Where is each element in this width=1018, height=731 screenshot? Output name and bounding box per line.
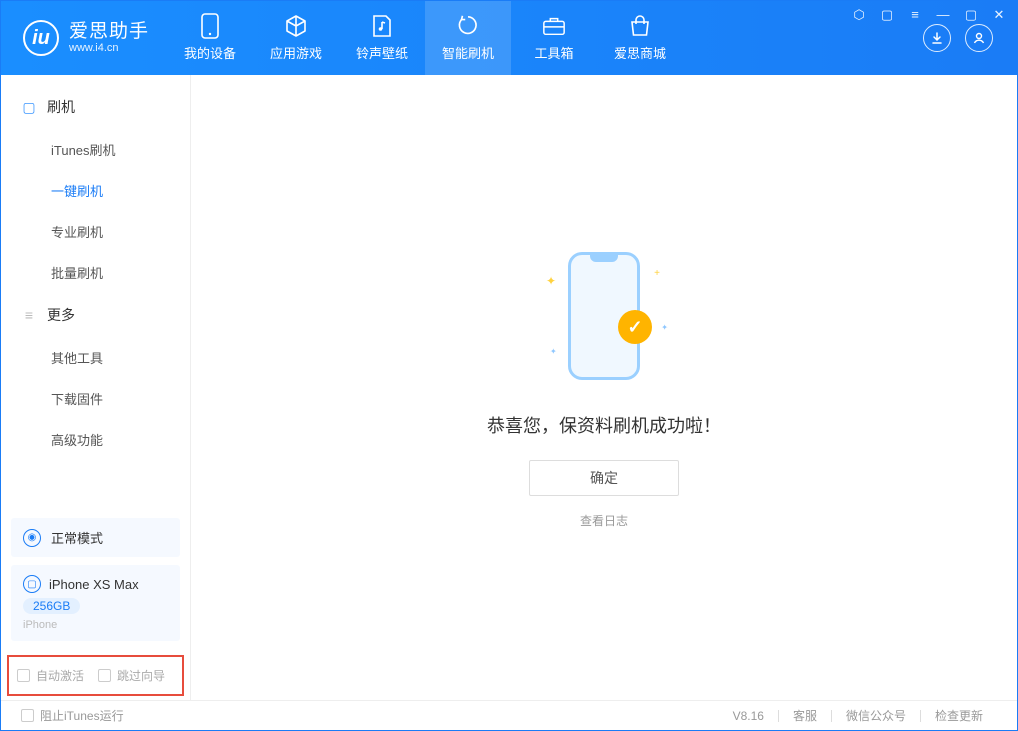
list-icon: ≡ — [21, 307, 37, 323]
version-text: V8.16 — [719, 709, 778, 723]
checkbox-icon — [98, 669, 111, 682]
highlighted-options: 自动激活 跳过向导 — [7, 655, 184, 696]
main-content: ✦ ✦ + ✦ ✓ 恭喜您，保资料刷机成功啦！ 确定 查看日志 — [191, 75, 1017, 700]
sparkle-icon: + — [654, 268, 660, 279]
close-icon[interactable]: ✕ — [991, 7, 1007, 23]
logo-text: 爱思助手 www.i4.cn — [69, 22, 149, 55]
tab-apps-games[interactable]: 应用游戏 — [253, 1, 339, 75]
sidebar-item-oneclick-flash[interactable]: 一键刷机 — [1, 170, 190, 211]
maximize-icon[interactable]: ▢ — [963, 7, 979, 23]
sparkle-icon: ✦ — [546, 274, 556, 288]
checkbox-prevent-itunes[interactable]: 阻止iTunes运行 — [21, 707, 124, 724]
footer-right: V8.16 客服 微信公众号 检查更新 — [719, 707, 997, 724]
app-title: 爱思助手 — [69, 22, 149, 43]
header-right — [923, 24, 1017, 52]
music-file-icon — [370, 14, 394, 38]
section-title: 更多 — [47, 305, 75, 325]
download-button[interactable] — [923, 24, 951, 52]
header-tabs: 我的设备 应用游戏 铃声壁纸 智能刷机 工具箱 爱思商城 — [167, 1, 683, 75]
tab-label: 智能刷机 — [442, 43, 494, 62]
header: ⬡ ▢ ≡ — ▢ ✕ iu 爱思助手 www.i4.cn 我的设备 应用游戏 — [1, 1, 1017, 75]
device-icon — [198, 14, 222, 38]
feedback-icon[interactable]: ▢ — [879, 7, 895, 23]
phone-notch — [590, 254, 618, 262]
checkbox-label: 跳过向导 — [117, 667, 165, 684]
sidebar-scroll: ▢ 刷机 iTunes刷机 一键刷机 专业刷机 批量刷机 ≡ 更多 其他工具 下… — [1, 75, 190, 508]
sidebar-section-more: ≡ 更多 — [1, 293, 190, 337]
sidebar-section-flash: ▢ 刷机 — [1, 85, 190, 129]
tab-label: 应用游戏 — [270, 43, 322, 62]
tab-label: 铃声壁纸 — [356, 43, 408, 62]
sidebar-item-advanced[interactable]: 高级功能 — [1, 419, 190, 460]
app-window: ⬡ ▢ ≡ — ▢ ✕ iu 爱思助手 www.i4.cn 我的设备 应用游戏 — [0, 0, 1018, 731]
checkbox-label: 自动激活 — [36, 667, 84, 684]
window-controls: ⬡ ▢ ≡ — ▢ ✕ — [851, 7, 1007, 23]
logo-icon: iu — [23, 20, 59, 56]
mode-icon: ◉ — [23, 529, 41, 547]
storage-badge: 256GB — [23, 598, 80, 614]
device-type: iPhone — [23, 619, 168, 631]
sparkle-icon: ✦ — [550, 347, 557, 356]
sidebar-item-download-firmware[interactable]: 下载固件 — [1, 378, 190, 419]
mode-text: 正常模式 — [51, 528, 103, 547]
support-link[interactable]: 客服 — [779, 707, 831, 724]
success-message: 恭喜您，保资料刷机成功啦！ — [487, 412, 721, 438]
tab-label: 工具箱 — [535, 43, 574, 62]
ok-button[interactable]: 确定 — [529, 460, 679, 496]
device-panel: ◉ 正常模式 ▢ iPhone XS Max 256GB iPhone — [1, 508, 190, 651]
refresh-shield-icon — [456, 14, 480, 38]
checkbox-skip-wizard[interactable]: 跳过向导 — [98, 667, 165, 684]
checkbox-icon — [17, 669, 30, 682]
tab-my-device[interactable]: 我的设备 — [167, 1, 253, 75]
user-button[interactable] — [965, 24, 993, 52]
section-title: 刷机 — [47, 97, 75, 117]
sidebar-item-other-tools[interactable]: 其他工具 — [1, 337, 190, 378]
wechat-link[interactable]: 微信公众号 — [832, 707, 920, 724]
sidebar-item-pro-flash[interactable]: 专业刷机 — [1, 211, 190, 252]
mode-card[interactable]: ◉ 正常模式 — [11, 518, 180, 557]
phone-icon: ▢ — [21, 99, 37, 116]
sparkle-icon: ✦ — [661, 323, 668, 332]
app-url: www.i4.cn — [69, 42, 149, 54]
checkbox-icon — [21, 709, 34, 722]
tab-smart-flash[interactable]: 智能刷机 — [425, 1, 511, 75]
sidebar-item-itunes-flash[interactable]: iTunes刷机 — [1, 129, 190, 170]
cube-icon — [284, 14, 308, 38]
update-link[interactable]: 检查更新 — [921, 707, 997, 724]
tab-toolbox[interactable]: 工具箱 — [511, 1, 597, 75]
minimize-icon[interactable]: — — [935, 7, 951, 23]
device-card[interactable]: ▢ iPhone XS Max 256GB iPhone — [11, 565, 180, 641]
tab-store[interactable]: 爱思商城 — [597, 1, 683, 75]
tab-ringtones-wallpaper[interactable]: 铃声壁纸 — [339, 1, 425, 75]
body: ▢ 刷机 iTunes刷机 一键刷机 专业刷机 批量刷机 ≡ 更多 其他工具 下… — [1, 75, 1017, 700]
success-illustration: ✦ ✦ + ✦ ✓ — [514, 246, 694, 386]
view-log-link[interactable]: 查看日志 — [580, 512, 628, 529]
toolbox-icon — [542, 14, 566, 38]
tab-label: 爱思商城 — [614, 43, 666, 62]
menu-icon[interactable]: ≡ — [907, 7, 923, 23]
logo[interactable]: iu 爱思助手 www.i4.cn — [1, 20, 167, 56]
checkbox-auto-activate[interactable]: 自动激活 — [17, 667, 84, 684]
skin-icon[interactable]: ⬡ — [851, 7, 867, 23]
check-badge-icon: ✓ — [618, 310, 652, 344]
sidebar: ▢ 刷机 iTunes刷机 一键刷机 专业刷机 批量刷机 ≡ 更多 其他工具 下… — [1, 75, 191, 700]
checkbox-label: 阻止iTunes运行 — [40, 707, 124, 724]
bag-icon — [628, 14, 652, 38]
device-name: iPhone XS Max — [49, 577, 139, 592]
footer: 阻止iTunes运行 V8.16 客服 微信公众号 检查更新 — [1, 700, 1017, 730]
device-icon: ▢ — [23, 575, 41, 593]
tab-label: 我的设备 — [184, 43, 236, 62]
sidebar-item-batch-flash[interactable]: 批量刷机 — [1, 252, 190, 293]
